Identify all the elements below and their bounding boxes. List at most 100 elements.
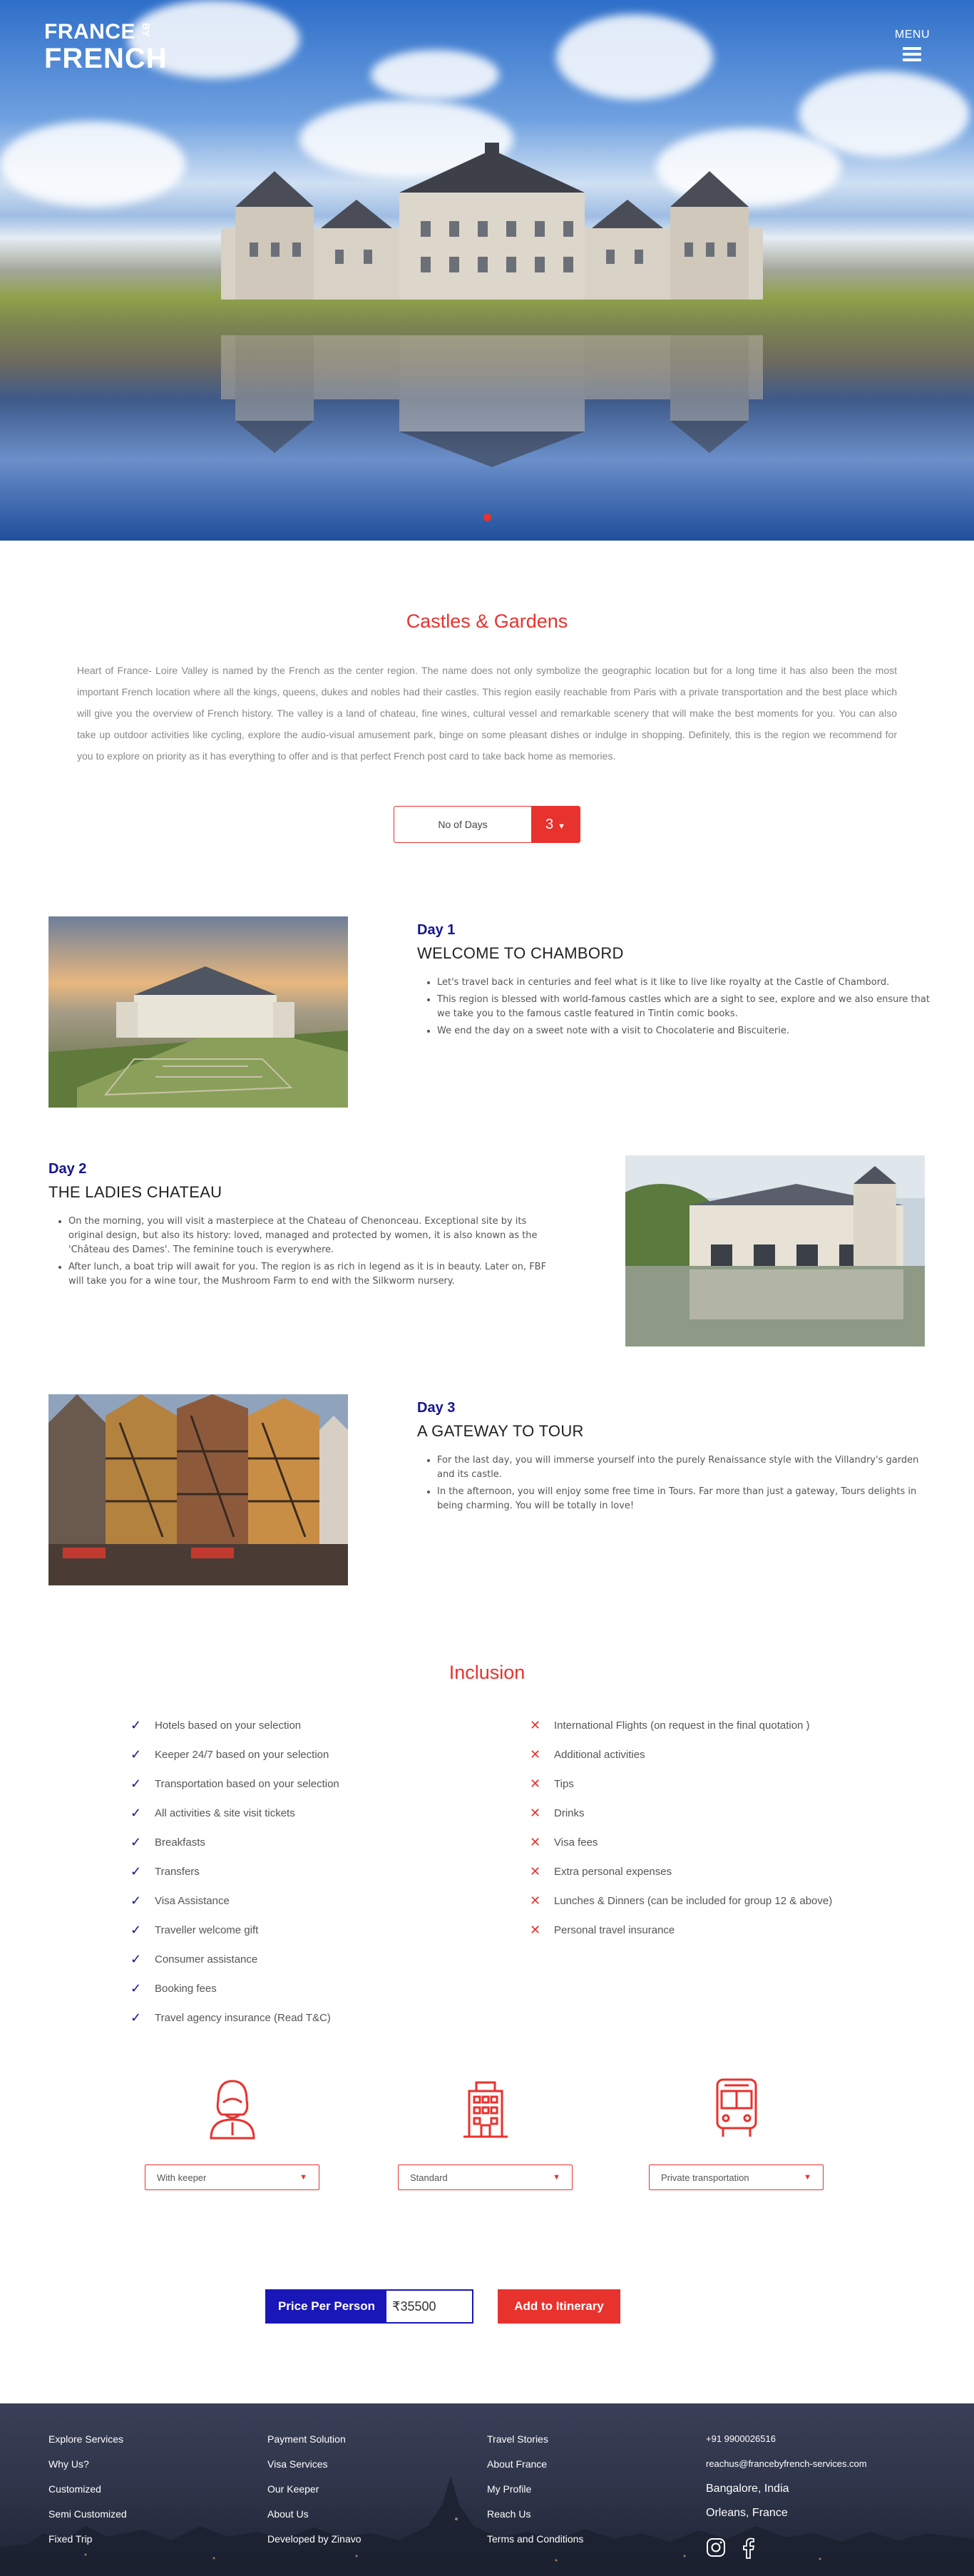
list-item: ✓ Hotels based on your selection bbox=[130, 1711, 530, 1740]
list-item: ✓ Booking fees bbox=[130, 1974, 530, 2003]
chevron-down-icon: ▼ bbox=[553, 2173, 560, 2182]
footer-link[interactable]: Why Us? bbox=[48, 2457, 127, 2482]
cloud bbox=[799, 71, 970, 157]
office-bangalore: Bangalore, India bbox=[706, 2483, 789, 2495]
keeper-icon bbox=[209, 2080, 255, 2140]
hotel-select[interactable]: Standard ▼ bbox=[398, 2164, 573, 2190]
list-item: ✕ Lunches & Dinners (can be included for … bbox=[530, 1886, 844, 1916]
footer-link[interactable]: Visa Services bbox=[267, 2457, 362, 2482]
footer-link[interactable]: Explore Services bbox=[48, 2432, 127, 2457]
list-item: ✓ Breakfasts bbox=[130, 1828, 530, 1857]
close-icon: ✕ bbox=[530, 1747, 541, 1762]
included-list: ✓ Hotels based on your selection ✓ Keeper 2… bbox=[130, 1711, 530, 2033]
check-icon: ✓ bbox=[130, 1952, 142, 1966]
footer-link[interactable]: Our Keeper bbox=[267, 2482, 362, 2507]
price-box: Price Per Person ₹35500 bbox=[265, 2289, 473, 2324]
close-icon: ✕ bbox=[530, 1864, 541, 1879]
day-card: Day 2 THE LADIES CHATEAU On the morning,… bbox=[0, 1155, 974, 1394]
footer-link[interactable]: Customized bbox=[48, 2482, 127, 2507]
list-item: ✓ All activities & site visit tickets bbox=[130, 1799, 530, 1828]
facebook-icon[interactable] bbox=[742, 2537, 756, 2559]
check-icon: ✓ bbox=[130, 1923, 142, 1937]
inclusion-label: International Flights (on request in the… bbox=[554, 1719, 810, 1732]
days-value-box[interactable]: 3 ▼ bbox=[531, 807, 580, 842]
days-dropdown[interactable]: No of Days 3 ▼ bbox=[394, 806, 580, 843]
day-title: WELCOME TO CHAMBORD bbox=[417, 944, 624, 962]
options-section: With keeper ▼ Standard ▼ Private transpo… bbox=[0, 2075, 974, 2289]
hotel-icon bbox=[463, 2081, 508, 2138]
inclusion-label: Booking fees bbox=[155, 1983, 217, 1995]
footer-link[interactable]: About France bbox=[487, 2457, 583, 2482]
add-to-itinerary-button[interactable]: Add to Itinerary bbox=[498, 2289, 620, 2324]
footer-link[interactable]: My Profile bbox=[487, 2482, 583, 2507]
inclusion-label: Keeper 24/7 based on your selection bbox=[155, 1749, 329, 1761]
list-item: On the morning, you will visit a masterp… bbox=[68, 1215, 562, 1257]
list-item: ✕ International Flights (on request in th… bbox=[530, 1711, 844, 1740]
footer-link[interactable]: Payment Solution bbox=[267, 2432, 362, 2457]
intro-section: Castles & Gardens Heart of France- Loire… bbox=[0, 541, 974, 843]
footer-column-3: Travel Stories About France My Profile R… bbox=[487, 2432, 583, 2557]
footer-link[interactable]: Terms and Conditions bbox=[487, 2532, 583, 2557]
list-item: This region is blessed with world-famous… bbox=[437, 993, 931, 1021]
footer-link[interactable]: Developed by Zinavo bbox=[267, 2532, 362, 2557]
chevron-down-icon: ▼ bbox=[804, 2173, 811, 2182]
list-item: ✕ Extra personal expenses bbox=[530, 1857, 844, 1886]
email-link[interactable]: reachus@francebyfrench-services.com bbox=[706, 2457, 867, 2482]
list-item: ✓ Traveller welcome gift bbox=[130, 1916, 530, 1945]
inclusion-label: Lunches & Dinners (can be included for g… bbox=[554, 1895, 833, 1907]
days-label: No of Days bbox=[438, 819, 488, 830]
instagram-icon[interactable] bbox=[706, 2537, 726, 2557]
close-icon: ✕ bbox=[530, 1835, 541, 1849]
inclusion-label: Travel agency insurance (Read T&C) bbox=[155, 2012, 331, 2024]
check-icon: ✓ bbox=[130, 1806, 142, 1820]
transport-select[interactable]: Private transportation ▼ bbox=[649, 2164, 824, 2190]
slider-dot[interactable] bbox=[483, 513, 491, 521]
inclusion-label: Transfers bbox=[155, 1866, 200, 1878]
close-icon: ✕ bbox=[530, 1806, 541, 1820]
inclusion-section: Inclusion ✓ Hotels based on your selectio… bbox=[0, 1633, 974, 2033]
day-bullets: On the morning, you will visit a masterp… bbox=[48, 1215, 562, 1289]
inclusion-title: Inclusion bbox=[448, 1662, 526, 1683]
check-icon: ✓ bbox=[130, 1835, 142, 1849]
footer-contact: +91 9900026516 reachus@francebyfrench-se… bbox=[706, 2432, 867, 2559]
list-item: We end the day on a sweet note with a vi… bbox=[437, 1024, 931, 1038]
footer-link[interactable]: About Us bbox=[267, 2507, 362, 2532]
day-content: Day 2 THE LADIES CHATEAU On the morning,… bbox=[48, 1161, 562, 1292]
day-bullets: For the last day, you will immerse yours… bbox=[417, 1453, 931, 1513]
check-icon: ✓ bbox=[130, 1777, 142, 1791]
site-logo[interactable]: FRANCE BY FRENCH bbox=[44, 21, 168, 73]
list-item: After lunch, a boat trip will await for … bbox=[68, 1260, 562, 1289]
logo-line2: FRENCH bbox=[44, 43, 168, 74]
footer-link[interactable]: Reach Us bbox=[487, 2507, 583, 2532]
social-links bbox=[706, 2537, 867, 2559]
office-orleans: Orleans, France bbox=[706, 2507, 788, 2519]
check-icon: ✓ bbox=[130, 1864, 142, 1879]
footer-column-1: Explore Services Why Us? Customized Semi… bbox=[48, 2432, 127, 2557]
transport-option: Private transportation ▼ bbox=[649, 2075, 824, 2190]
footer-link[interactable]: Semi Customized bbox=[48, 2507, 127, 2532]
list-item: For the last day, you will immerse yours… bbox=[437, 1453, 931, 1482]
cloud bbox=[0, 121, 185, 207]
inclusion-label: All activities & site visit tickets bbox=[155, 1807, 295, 1819]
check-icon: ✓ bbox=[130, 2010, 142, 2025]
price-section: Price Per Person ₹35500 Add to Itinerary bbox=[0, 2289, 974, 2403]
keeper-select[interactable]: With keeper ▼ bbox=[145, 2164, 319, 2190]
list-item: ✕ Visa fees bbox=[530, 1828, 844, 1857]
hotel-option: Standard ▼ bbox=[398, 2075, 573, 2190]
check-icon: ✓ bbox=[130, 1747, 142, 1762]
day-card: Day 1 WELCOME TO CHAMBORD Let's travel b… bbox=[0, 916, 974, 1155]
footer-link[interactable]: Travel Stories bbox=[487, 2432, 583, 2457]
day-bullets: Let's travel back in centuries and feel … bbox=[417, 976, 931, 1038]
footer-link[interactable]: Fixed Trip bbox=[48, 2532, 127, 2557]
day-card: Day 3 A GATEWAY TO TOUR For the last day… bbox=[0, 1394, 974, 1633]
intro-paragraph: Heart of France- Loire Valley is named b… bbox=[77, 665, 897, 762]
menu-button[interactable]: MENU bbox=[895, 29, 930, 64]
check-icon: ✓ bbox=[130, 1893, 142, 1908]
chambord-image bbox=[48, 916, 348, 1108]
list-item: ✓ Transportation based on your selection bbox=[130, 1769, 530, 1799]
inclusion-label: Visa fees bbox=[554, 1836, 598, 1849]
phone-link[interactable]: +91 9900026516 bbox=[706, 2432, 867, 2457]
list-item: ✓ Visa Assistance bbox=[130, 1886, 530, 1916]
list-item: ✕ Tips bbox=[530, 1769, 844, 1799]
menu-label: MENU bbox=[894, 29, 930, 41]
